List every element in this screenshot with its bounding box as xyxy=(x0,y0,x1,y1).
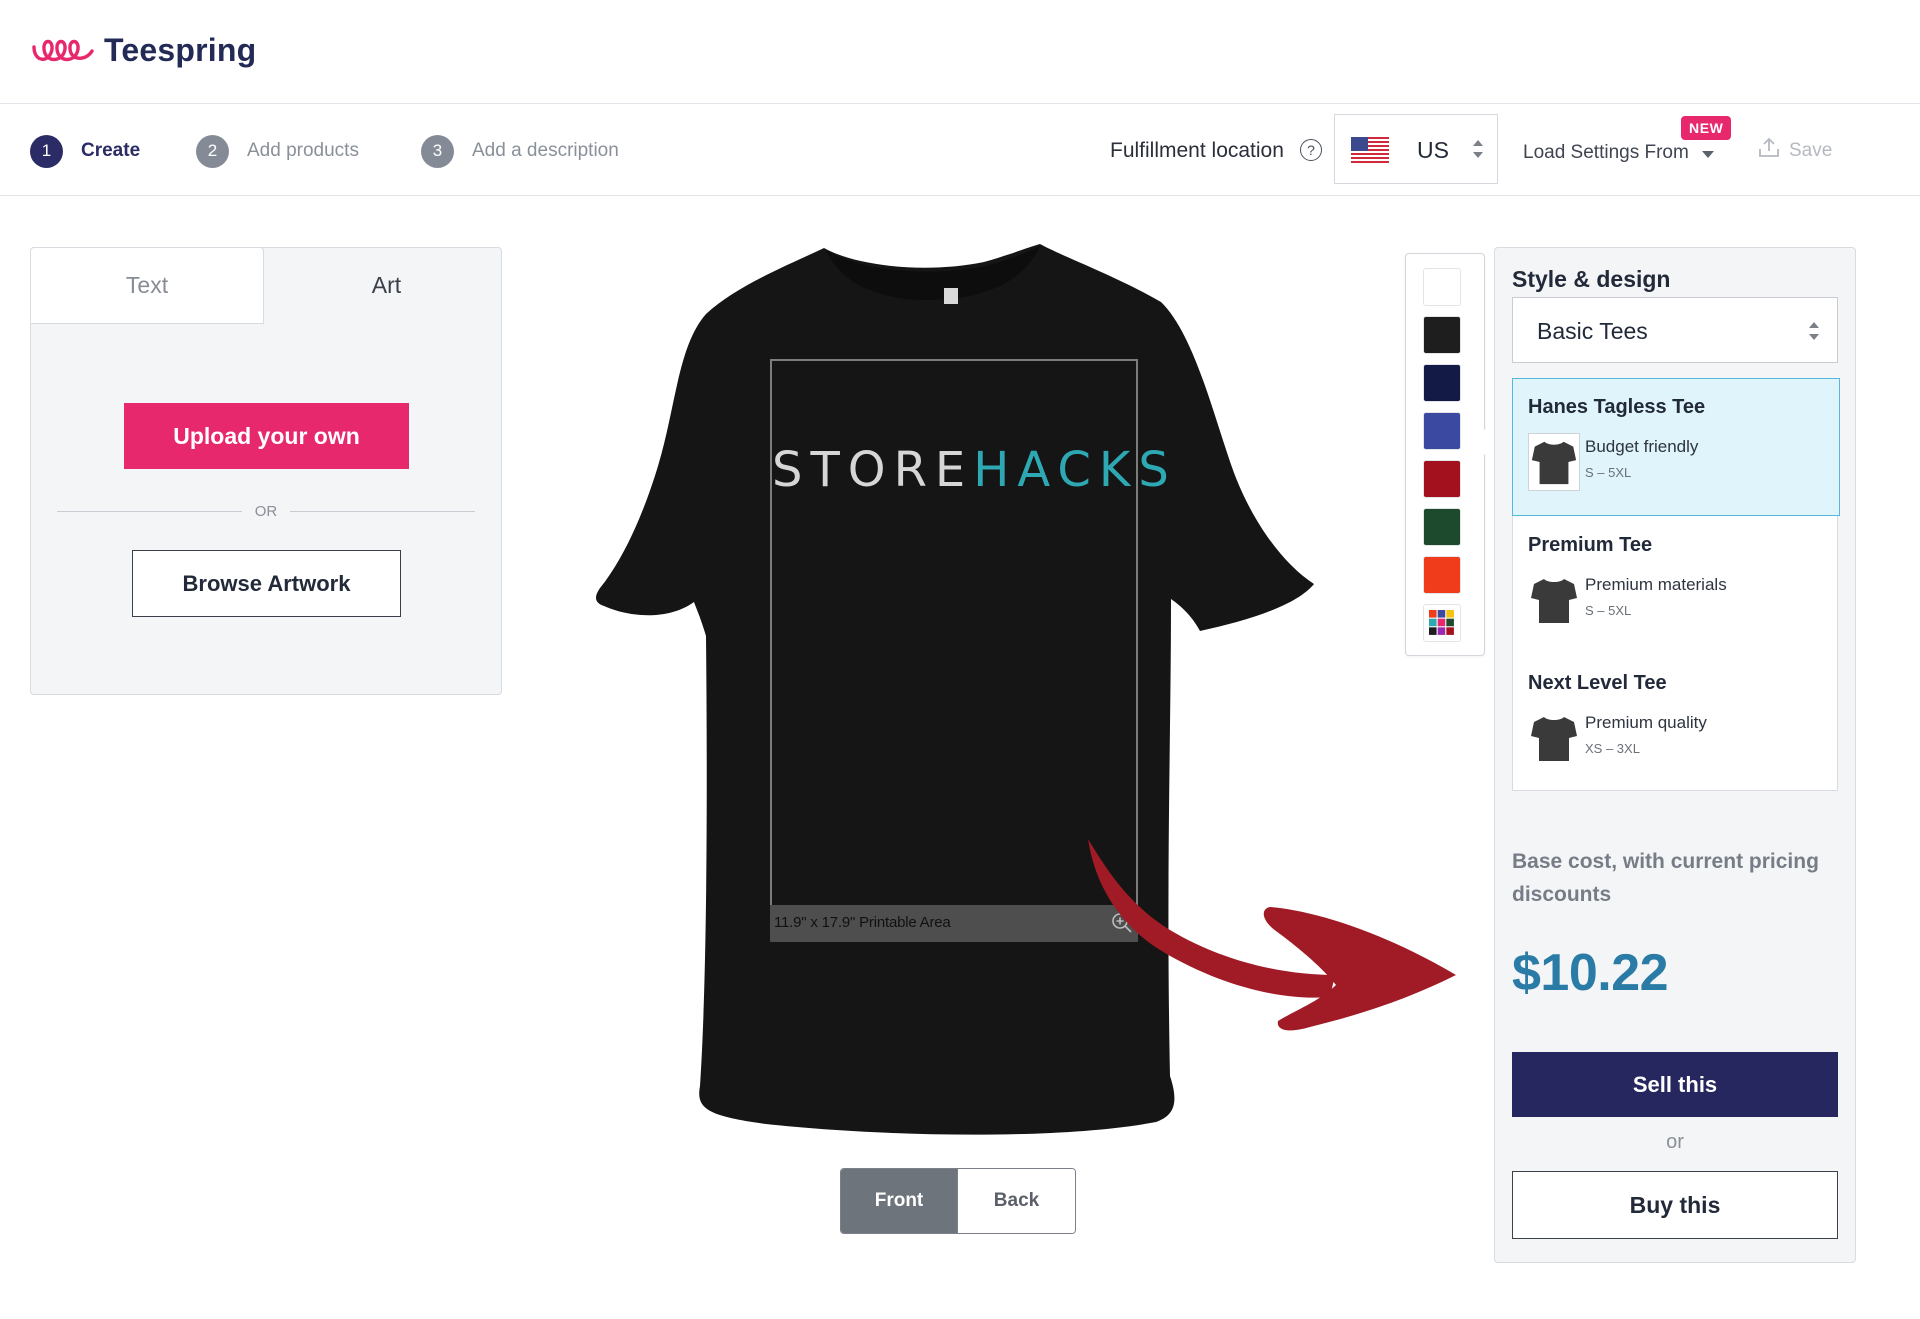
product-description: Premium materials xyxy=(1585,575,1727,594)
back-view-button[interactable]: Back xyxy=(957,1169,1075,1233)
red-arrow-annotation xyxy=(1088,839,1456,1031)
style-design-title: Style & design xyxy=(1512,266,1671,292)
save-upload-icon[interactable] xyxy=(1757,136,1781,160)
or-label: OR xyxy=(254,503,278,520)
step-number: 1 xyxy=(30,134,63,168)
tshirt-thumbnail-icon xyxy=(1528,433,1580,491)
step-label: Add products xyxy=(247,140,359,161)
step-bar: 1 Create 2 Add products 3 Add a descript… xyxy=(0,104,1920,196)
teespring-logo-icon xyxy=(32,39,94,62)
swatch-forest[interactable] xyxy=(1423,508,1461,546)
style-design-panel: Style & design Basic Tees Hanes Tagless … xyxy=(1494,247,1856,1263)
style-category-value: Basic Tees xyxy=(1537,318,1648,344)
product-sizes: S – 5XL xyxy=(1585,603,1632,618)
select-arrows-icon xyxy=(1809,322,1819,340)
chevron-down-icon[interactable] xyxy=(1702,151,1714,158)
product-name: Hanes Tagless Tee xyxy=(1528,396,1706,418)
select-arrows-icon xyxy=(1473,140,1483,158)
swatch-red[interactable] xyxy=(1423,460,1461,498)
color-grid-icon xyxy=(1429,610,1454,635)
color-swatch-panel xyxy=(1405,253,1485,656)
step-number: 3 xyxy=(421,134,454,168)
swatch-white[interactable] xyxy=(1423,268,1461,306)
product-description: Premium quality xyxy=(1585,713,1707,732)
step-label: Create xyxy=(81,140,141,161)
step-add-products[interactable]: 2 Add products xyxy=(196,134,359,168)
product-sizes: XS – 3XL xyxy=(1585,741,1640,756)
front-view-button[interactable]: Front xyxy=(841,1169,957,1233)
design-artwork-text[interactable]: STOREHACKS xyxy=(772,442,1169,498)
question-circle-icon[interactable]: ? xyxy=(1300,139,1322,161)
country-value: US xyxy=(1417,137,1449,163)
sell-this-button[interactable]: Sell this xyxy=(1512,1052,1838,1117)
new-badge: NEW xyxy=(1681,116,1732,140)
product-name: Next Level Tee xyxy=(1528,672,1667,694)
view-toggle: Front Back xyxy=(840,1168,1076,1234)
style-category-select[interactable]: Basic Tees xyxy=(1512,297,1838,363)
product-sizes: S – 5XL xyxy=(1585,465,1632,480)
swatch-royal[interactable] xyxy=(1423,412,1461,450)
design-text-hacks: HACKS xyxy=(973,442,1177,498)
tshirt-thumbnail-icon xyxy=(1531,717,1577,761)
upload-your-own-button[interactable]: Upload your own xyxy=(124,403,409,469)
step-label: Add a description xyxy=(472,140,619,161)
logo-text: Teespring xyxy=(104,31,257,68)
step-number: 2 xyxy=(196,134,229,168)
buy-this-button[interactable]: Buy this xyxy=(1512,1171,1838,1239)
product-description: Budget friendly xyxy=(1585,437,1699,456)
tshirt-thumbnail-icon xyxy=(1531,579,1577,623)
top-bar: Teespring xyxy=(0,0,1920,104)
tab-art[interactable]: Art xyxy=(271,247,502,324)
step-create[interactable]: 1 Create xyxy=(30,134,140,168)
product-premium-tee[interactable]: Premium Tee Premium materials S – 5XL xyxy=(1513,517,1839,655)
save-button[interactable]: Save xyxy=(1789,140,1832,162)
step-add-description[interactable]: 3 Add a description xyxy=(421,134,619,168)
or-divider: OR xyxy=(57,501,475,521)
base-price: $10.22 xyxy=(1512,944,1669,1002)
logo[interactable]: Teespring xyxy=(30,28,256,72)
more-colors-icon[interactable] xyxy=(1423,604,1461,642)
base-cost-label: Base cost, with current pricing discount… xyxy=(1512,850,1819,906)
or-label: or xyxy=(1666,1131,1684,1153)
product-next-level-tee[interactable]: Next Level Tee Premium quality XS – 3XL xyxy=(1513,655,1839,793)
printable-area-label: 11.9" x 17.9" Printable Area xyxy=(774,914,951,931)
swatch-navy[interactable] xyxy=(1423,364,1461,402)
design-tools-panel: Text Art Upload your own OR Browse Artwo… xyxy=(30,247,502,695)
product-name: Premium Tee xyxy=(1528,534,1653,556)
product-list: Hanes Tagless Tee Budget friendly S – 5X… xyxy=(1512,378,1840,793)
product-hanes-tagless-tee[interactable]: Hanes Tagless Tee Budget friendly S – 5X… xyxy=(1512,378,1840,516)
swatch-black[interactable] xyxy=(1423,316,1461,354)
design-text-store: STORE xyxy=(772,442,974,498)
country-select[interactable]: US xyxy=(1334,114,1498,184)
swatch-orange[interactable] xyxy=(1423,556,1461,594)
us-flag-icon xyxy=(1351,137,1389,163)
fulfillment-label: Fulfillment location xyxy=(1110,139,1284,162)
browse-artwork-button[interactable]: Browse Artwork xyxy=(132,550,401,617)
tab-text[interactable]: Text xyxy=(30,247,264,324)
load-settings-button[interactable]: Load Settings From xyxy=(1523,142,1689,164)
